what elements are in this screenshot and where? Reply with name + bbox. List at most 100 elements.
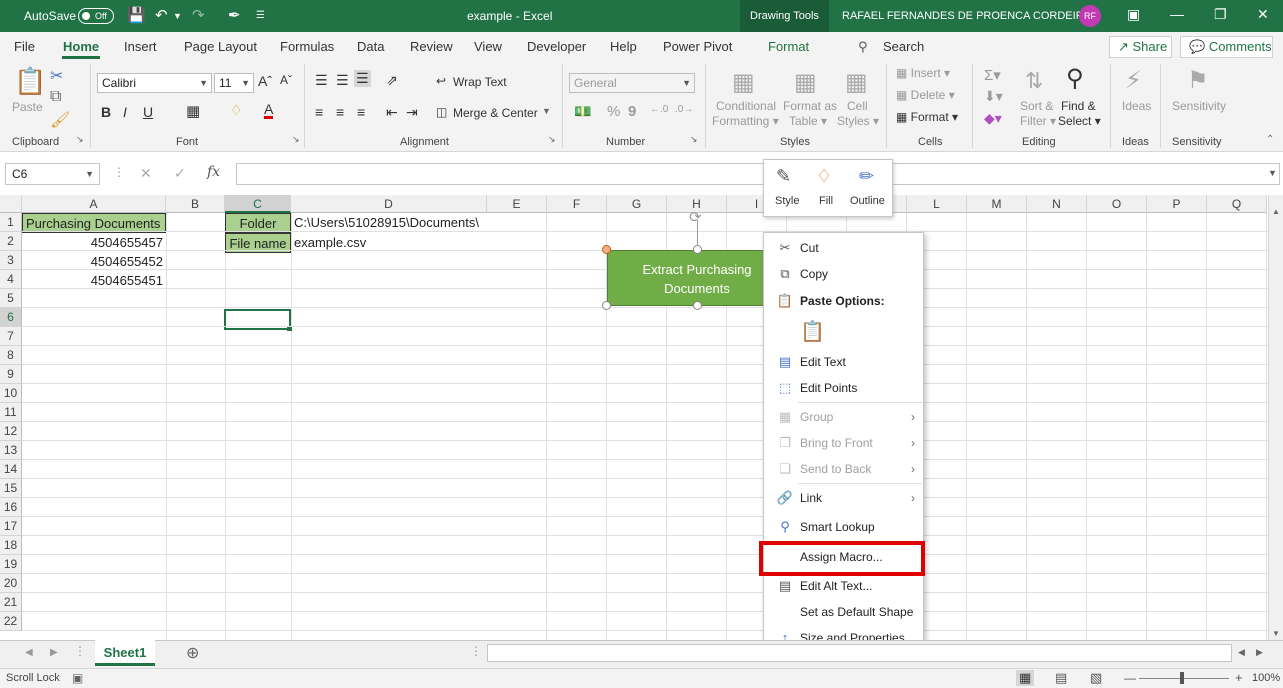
col-header-g[interactable]: G (607, 195, 667, 213)
wrap-text-button[interactable]: Wrap Text (453, 75, 507, 89)
tab-insert[interactable]: Insert (124, 39, 157, 54)
row-header-1[interactable]: 1 (0, 213, 22, 232)
number-launcher-icon[interactable]: ↘ (690, 134, 698, 145)
col-header-q[interactable]: Q (1207, 195, 1267, 213)
outline-icon[interactable]: ✏ (859, 166, 874, 187)
sensitivity-button[interactable]: Sensitivity (1172, 99, 1226, 113)
style-icon[interactable]: ✎ (776, 166, 791, 187)
paste-label[interactable]: Paste (12, 100, 43, 114)
row-header-9[interactable]: 9 (0, 365, 22, 384)
conditional-formatting-icon[interactable]: ▦ (732, 68, 755, 97)
undo-dropdown-icon[interactable]: ▼ (173, 11, 182, 21)
row-header-10[interactable]: 10 (0, 384, 22, 403)
scroll-right-icon[interactable]: ▶ (1256, 647, 1263, 658)
row-header-8[interactable]: 8 (0, 346, 22, 365)
chevron-down-icon[interactable]: ▼ (542, 106, 551, 116)
alignment-launcher-icon[interactable]: ↘ (548, 134, 556, 145)
rotate-handle-icon[interactable]: ⟳ (689, 208, 702, 226)
align-left-icon[interactable]: ≡ (315, 104, 323, 120)
col-header-n[interactable]: N (1027, 195, 1087, 213)
zoom-slider[interactable] (1139, 678, 1229, 679)
minimize-icon[interactable]: — (1170, 6, 1184, 22)
cell-a1[interactable]: Purchasing Documents (22, 213, 166, 233)
shrink-font-icon[interactable]: Aˇ (280, 73, 292, 87)
insert-function-icon[interactable]: fx (207, 164, 220, 180)
decrease-decimal-icon[interactable]: .0→ (675, 104, 693, 115)
insert-cells-button[interactable]: ▦ Insert ▾ (896, 66, 950, 80)
find-select-icon[interactable]: ⚲ (1066, 64, 1084, 93)
row-header-20[interactable]: 20 (0, 574, 22, 593)
style-label[interactable]: Style (775, 195, 799, 207)
row-header-4[interactable]: 4 (0, 270, 22, 289)
col-header-a[interactable]: A (22, 195, 166, 213)
row-header-2[interactable]: 2 (0, 232, 22, 251)
ideas-button[interactable]: Ideas (1122, 99, 1151, 113)
fill-icon[interactable]: ♢ (816, 166, 832, 187)
save-icon[interactable]: 💾 (127, 6, 146, 24)
format-as-table-button[interactable]: Format as (783, 99, 837, 113)
comments-button[interactable]: 💬 Comments (1180, 36, 1273, 58)
orientation-icon[interactable]: ⇗ (386, 72, 398, 89)
number-format-combo[interactable]: General ▼ (569, 73, 695, 93)
find-select-button[interactable]: Find & (1061, 99, 1096, 113)
normal-view-icon[interactable]: ▦ (1016, 670, 1035, 686)
avatar[interactable]: RF (1079, 5, 1101, 27)
zoom-slider-thumb[interactable] (1180, 672, 1184, 684)
tab-file[interactable]: File (14, 39, 35, 54)
horizontal-scrollbar[interactable] (487, 644, 1232, 662)
comma-style-icon[interactable]: 9 (628, 103, 636, 120)
shape-handle-bl[interactable] (602, 301, 611, 310)
align-middle-icon[interactable]: ☰ (336, 72, 349, 89)
formula-input[interactable] (236, 163, 1280, 185)
row-header-6[interactable]: 6 (0, 308, 22, 327)
next-sheet-icon[interactable]: ▶ (50, 647, 58, 658)
col-header-c[interactable]: C (225, 195, 291, 213)
col-header-p[interactable]: P (1147, 195, 1207, 213)
tab-help[interactable]: Help (610, 39, 637, 54)
enter-icon[interactable]: ✓ (174, 165, 186, 182)
autosave-toggle[interactable]: Off (78, 8, 114, 24)
align-center-icon[interactable]: ≡ (336, 104, 344, 120)
menu-edit-text[interactable]: ▤ Edit Text (764, 350, 923, 374)
font-size-combo[interactable]: 11 ▼ (214, 73, 254, 93)
shape-handle-t[interactable] (693, 245, 702, 254)
col-header-o[interactable]: O (1087, 195, 1147, 213)
menu-cut[interactable]: ✂ Cut (764, 236, 923, 260)
cell-d1[interactable]: C:\Users\51028915\Documents\ (291, 213, 487, 232)
scroll-left-icon[interactable]: ◀ (1238, 647, 1245, 658)
row-header-3[interactable]: 3 (0, 251, 22, 270)
redo-icon[interactable]: ↷ (192, 6, 205, 24)
align-right-icon[interactable]: ≡ (357, 104, 365, 120)
font-name-combo[interactable]: Calibri ▼ (97, 73, 212, 93)
sheet-tab-sheet1[interactable]: Sheet1 (95, 640, 155, 666)
undo-icon[interactable]: ↶ (155, 6, 168, 24)
macro-record-icon[interactable]: ▣ (72, 671, 83, 685)
row-header-22[interactable]: 22 (0, 612, 22, 631)
fill-label[interactable]: Fill (819, 195, 833, 207)
shape-handle-tl[interactable] (602, 245, 611, 254)
add-sheet-icon[interactable]: ⊕ (186, 643, 199, 663)
menu-set-default-shape[interactable]: Set as Default Shape (764, 600, 923, 624)
decrease-indent-icon[interactable]: ⇤ (386, 104, 398, 121)
clipboard-launcher-icon[interactable]: ↘ (76, 134, 84, 145)
row-header-17[interactable]: 17 (0, 517, 22, 536)
row-header-7[interactable]: 7 (0, 327, 22, 346)
menu-send-to-back[interactable]: ❏ Send to Back › (764, 457, 923, 481)
page-layout-view-icon[interactable]: ▤ (1055, 670, 1067, 686)
accounting-icon[interactable]: 💵 (574, 103, 591, 120)
cut-icon[interactable]: ✂ (50, 66, 63, 86)
restore-icon[interactable]: ❐ (1214, 6, 1227, 23)
menu-edit-alt-text[interactable]: ▤ Edit Alt Text... (764, 574, 923, 598)
underline-icon[interactable]: U (143, 104, 153, 120)
vertical-scrollbar[interactable]: ▲ ▼ (1268, 195, 1283, 640)
grow-font-icon[interactable]: Aˆ (258, 73, 272, 89)
extract-shape[interactable]: Extract Purchasing Documents (607, 250, 787, 306)
cell-styles-button[interactable]: Cell (847, 99, 868, 113)
percent-icon[interactable]: % (607, 103, 620, 120)
menu-group[interactable]: ▦ Group › (764, 405, 923, 429)
format-as-table-icon[interactable]: ▦ (794, 68, 817, 97)
paste-icon[interactable]: 📋 (14, 66, 46, 97)
select-all-corner[interactable] (0, 195, 22, 213)
menu-edit-points[interactable]: ⬚ Edit Points (764, 376, 923, 400)
increase-indent-icon[interactable]: ⇥ (406, 104, 418, 121)
